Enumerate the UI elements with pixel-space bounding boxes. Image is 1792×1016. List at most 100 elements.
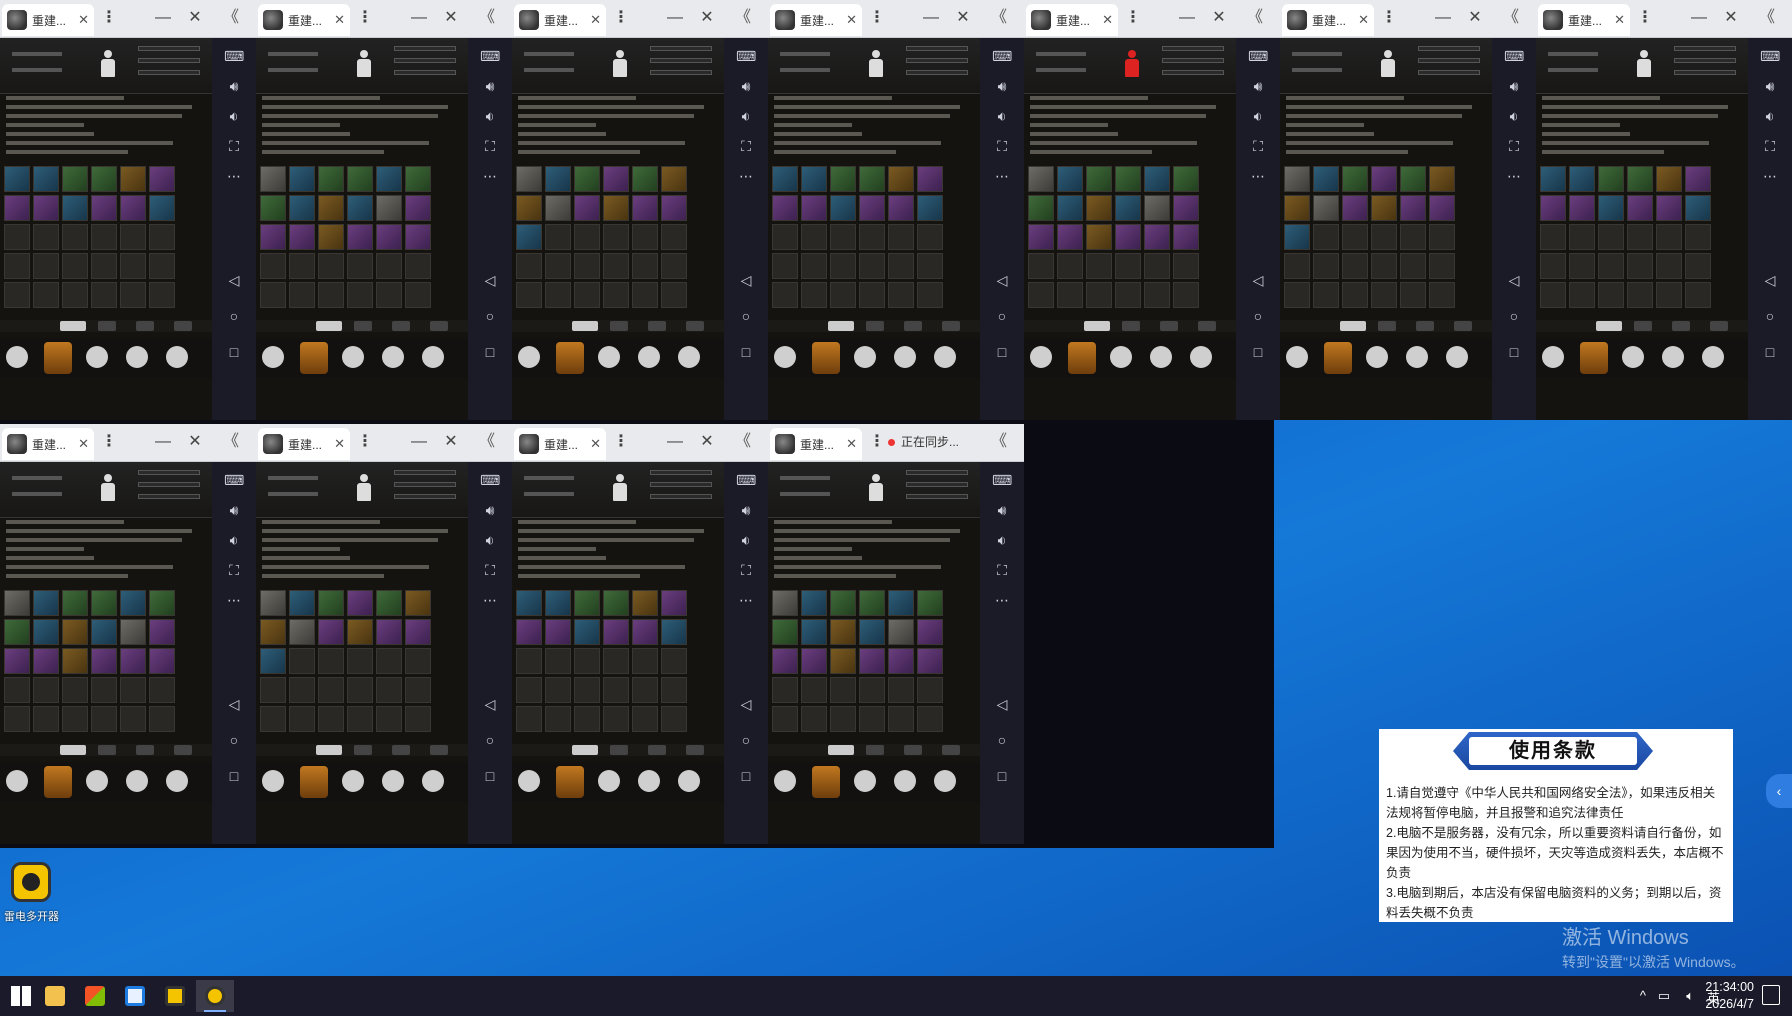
recent-apps-icon[interactable]: □	[480, 766, 500, 786]
inventory-slot[interactable]	[1656, 253, 1682, 279]
close-tab-icon[interactable]: ✕	[78, 12, 89, 28]
character-avatar-icon[interactable]	[612, 474, 628, 504]
filter-tab[interactable]	[1672, 321, 1690, 331]
close-window-button[interactable]: ✕	[1208, 6, 1230, 30]
globe-icon[interactable]	[518, 770, 540, 792]
collapse-sidebar-icon[interactable]: 《	[988, 6, 1010, 30]
inventory-slot[interactable]	[632, 677, 658, 703]
inventory-slot[interactable]	[1144, 224, 1170, 250]
inventory-slot[interactable]	[347, 648, 373, 674]
filter-tab[interactable]	[60, 321, 86, 331]
inventory-slot[interactable]	[632, 224, 658, 250]
inventory-slot[interactable]	[1115, 224, 1141, 250]
minimize-button[interactable]: —	[408, 6, 430, 30]
inventory-slot[interactable]	[661, 590, 687, 616]
game-screen[interactable]	[256, 38, 468, 420]
close-tab-icon[interactable]: ✕	[334, 12, 345, 28]
inventory-slot[interactable]	[1115, 253, 1141, 279]
filter-tab[interactable]	[136, 745, 154, 755]
inventory-slot[interactable]	[1115, 195, 1141, 221]
home-icon[interactable]: ○	[992, 730, 1012, 750]
inventory-slot[interactable]	[1284, 282, 1310, 308]
keyboard-icon[interactable]: ⌨	[224, 46, 244, 66]
minimize-button[interactable]: —	[1432, 6, 1454, 30]
more-icon[interactable]: ⋯	[736, 166, 756, 186]
inventory-slot[interactable]	[1086, 224, 1112, 250]
inventory-slot[interactable]	[33, 282, 59, 308]
inventory-slot[interactable]	[1028, 282, 1054, 308]
inventory-slot[interactable]	[149, 282, 175, 308]
inventory-slot[interactable]	[830, 590, 856, 616]
inventory-slot[interactable]	[318, 619, 344, 645]
inventory-slot[interactable]	[1400, 253, 1426, 279]
inventory-slot[interactable]	[376, 677, 402, 703]
inventory-slot[interactable]	[289, 253, 315, 279]
inventory-slot[interactable]	[4, 619, 30, 645]
inventory-slot[interactable]	[62, 253, 88, 279]
collapse-sidebar-icon[interactable]: 《	[1244, 6, 1266, 30]
inventory-slot[interactable]	[1540, 224, 1566, 250]
trash-icon[interactable]	[894, 346, 916, 368]
inventory-slot[interactable]	[545, 282, 571, 308]
inventory-slot[interactable]	[574, 166, 600, 192]
inventory-slot[interactable]	[149, 619, 175, 645]
trash-icon[interactable]	[1406, 346, 1428, 368]
inventory-slot[interactable]	[545, 677, 571, 703]
shop-cart-icon[interactable]	[1702, 346, 1724, 368]
inventory-slot[interactable]	[801, 590, 827, 616]
character-avatar-icon[interactable]	[100, 50, 116, 80]
keyboard-icon[interactable]: ⌨	[992, 46, 1012, 66]
character-avatar-icon[interactable]	[1380, 50, 1396, 80]
inventory-slot[interactable]	[1400, 195, 1426, 221]
inventory-slot[interactable]	[33, 195, 59, 221]
inventory-slot[interactable]	[347, 706, 373, 732]
filter-tab[interactable]	[686, 745, 704, 755]
close-window-button[interactable]: ✕	[952, 6, 974, 30]
recent-apps-icon[interactable]: □	[1760, 342, 1780, 362]
inventory-slot[interactable]	[318, 706, 344, 732]
inventory-slot[interactable]	[1057, 195, 1083, 221]
emulator-tab[interactable]: 重建... ✕	[258, 4, 350, 36]
inventory-slot[interactable]	[91, 706, 117, 732]
inventory-slot[interactable]	[347, 282, 373, 308]
inventory-slot[interactable]	[917, 166, 943, 192]
inventory-slot[interactable]	[149, 224, 175, 250]
character-icon[interactable]	[598, 346, 620, 368]
inventory-slot[interactable]	[33, 590, 59, 616]
character-icon[interactable]	[86, 346, 108, 368]
collapse-sidebar-icon[interactable]: 《	[732, 430, 754, 454]
recent-apps-icon[interactable]: □	[736, 342, 756, 362]
inventory-slot[interactable]	[1313, 166, 1339, 192]
filter-tab[interactable]	[648, 321, 666, 331]
recent-apps-icon[interactable]: □	[992, 342, 1012, 362]
inventory-slot[interactable]	[405, 166, 431, 192]
inventory-slot[interactable]	[289, 590, 315, 616]
inventory-slot[interactable]	[1627, 282, 1653, 308]
inventory-slot[interactable]	[376, 195, 402, 221]
inventory-slot[interactable]	[661, 706, 687, 732]
inventory-slot[interactable]	[1540, 282, 1566, 308]
home-icon[interactable]: ○	[480, 306, 500, 326]
inventory-slot[interactable]	[545, 224, 571, 250]
inventory-slot[interactable]	[1656, 166, 1682, 192]
inventory-slot[interactable]	[260, 253, 286, 279]
inventory-slot[interactable]	[4, 282, 30, 308]
inventory-slot[interactable]	[859, 706, 885, 732]
more-icon[interactable]: ⋯	[1248, 166, 1268, 186]
minimize-button[interactable]: —	[152, 430, 174, 454]
inventory-slot[interactable]	[545, 706, 571, 732]
inventory-slot[interactable]	[830, 677, 856, 703]
globe-icon[interactable]	[774, 346, 796, 368]
inventory-slot[interactable]	[289, 282, 315, 308]
inventory-slot[interactable]	[632, 648, 658, 674]
emulator-tab[interactable]: 重建... ✕	[2, 428, 94, 460]
inventory-slot[interactable]	[574, 282, 600, 308]
inventory-slot[interactable]	[289, 648, 315, 674]
volume-up-icon[interactable]: 🔊︎	[736, 500, 756, 520]
inventory-slot[interactable]	[318, 648, 344, 674]
inventory-slot[interactable]	[1569, 224, 1595, 250]
inventory-slot[interactable]	[318, 590, 344, 616]
home-icon[interactable]: ○	[1248, 306, 1268, 326]
minimize-button[interactable]: —	[920, 6, 942, 30]
screenshot-icon[interactable]: ⛶	[224, 560, 244, 580]
